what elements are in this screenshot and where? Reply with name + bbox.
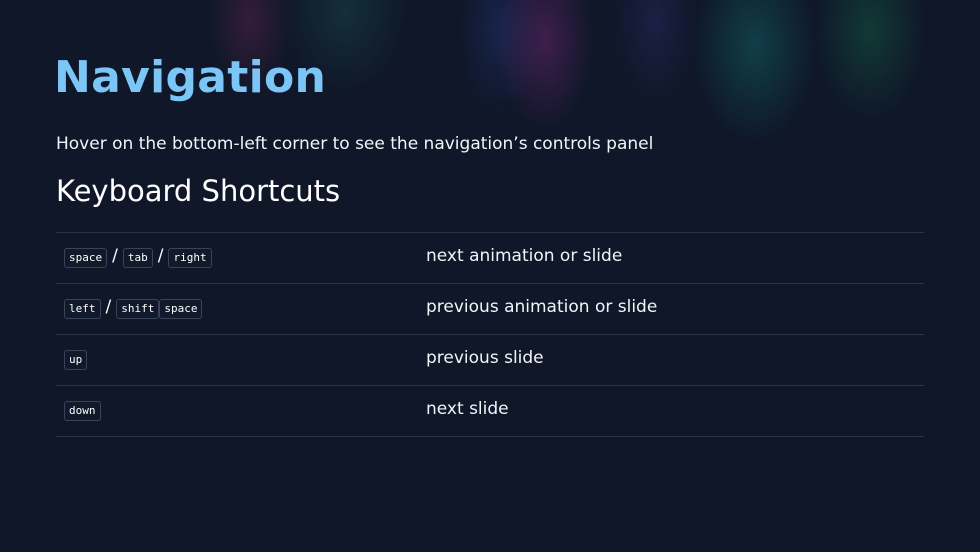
shortcut-keys: up bbox=[56, 335, 418, 386]
slide: Navigation Hover on the bottom-left corn… bbox=[0, 0, 980, 552]
key-space: space bbox=[64, 248, 108, 269]
key-left: left bbox=[64, 299, 101, 320]
page-subtitle: Hover on the bottom-left corner to see t… bbox=[56, 134, 654, 154]
section-heading: Keyboard Shortcuts bbox=[56, 174, 341, 208]
shortcut-row-next-slide: down next slide bbox=[56, 385, 924, 437]
shortcut-row-previous-animation: left / shift space previous animation or sl… bbox=[56, 283, 924, 335]
shortcut-description: previous animation or slide bbox=[426, 297, 658, 317]
shortcut-keys: left / shift space bbox=[56, 284, 418, 335]
key-separator: / bbox=[157, 246, 164, 267]
key-separator: / bbox=[112, 246, 118, 267]
key-space: space bbox=[159, 299, 203, 320]
shortcut-description: next slide bbox=[426, 399, 509, 419]
shortcut-description: next animation or slide bbox=[426, 246, 623, 266]
key-right: right bbox=[168, 248, 212, 269]
key-up: up bbox=[64, 350, 88, 371]
page-title: Navigation bbox=[54, 52, 327, 103]
shortcut-description: previous slide bbox=[426, 348, 544, 368]
shortcut-row-previous-slide: up previous slide bbox=[56, 334, 924, 386]
key-tab: tab bbox=[122, 248, 153, 269]
key-down: down bbox=[64, 401, 101, 422]
key-separator: / bbox=[105, 297, 112, 318]
shortcut-keys: down bbox=[56, 386, 418, 437]
key-shift: shift bbox=[116, 299, 160, 320]
shortcut-keys: space / tab / right bbox=[56, 233, 418, 284]
shortcuts-table: space / tab / right next animation or slide … bbox=[56, 232, 924, 437]
shortcut-row-next-animation: space / tab / right next animation or slide bbox=[56, 232, 924, 284]
